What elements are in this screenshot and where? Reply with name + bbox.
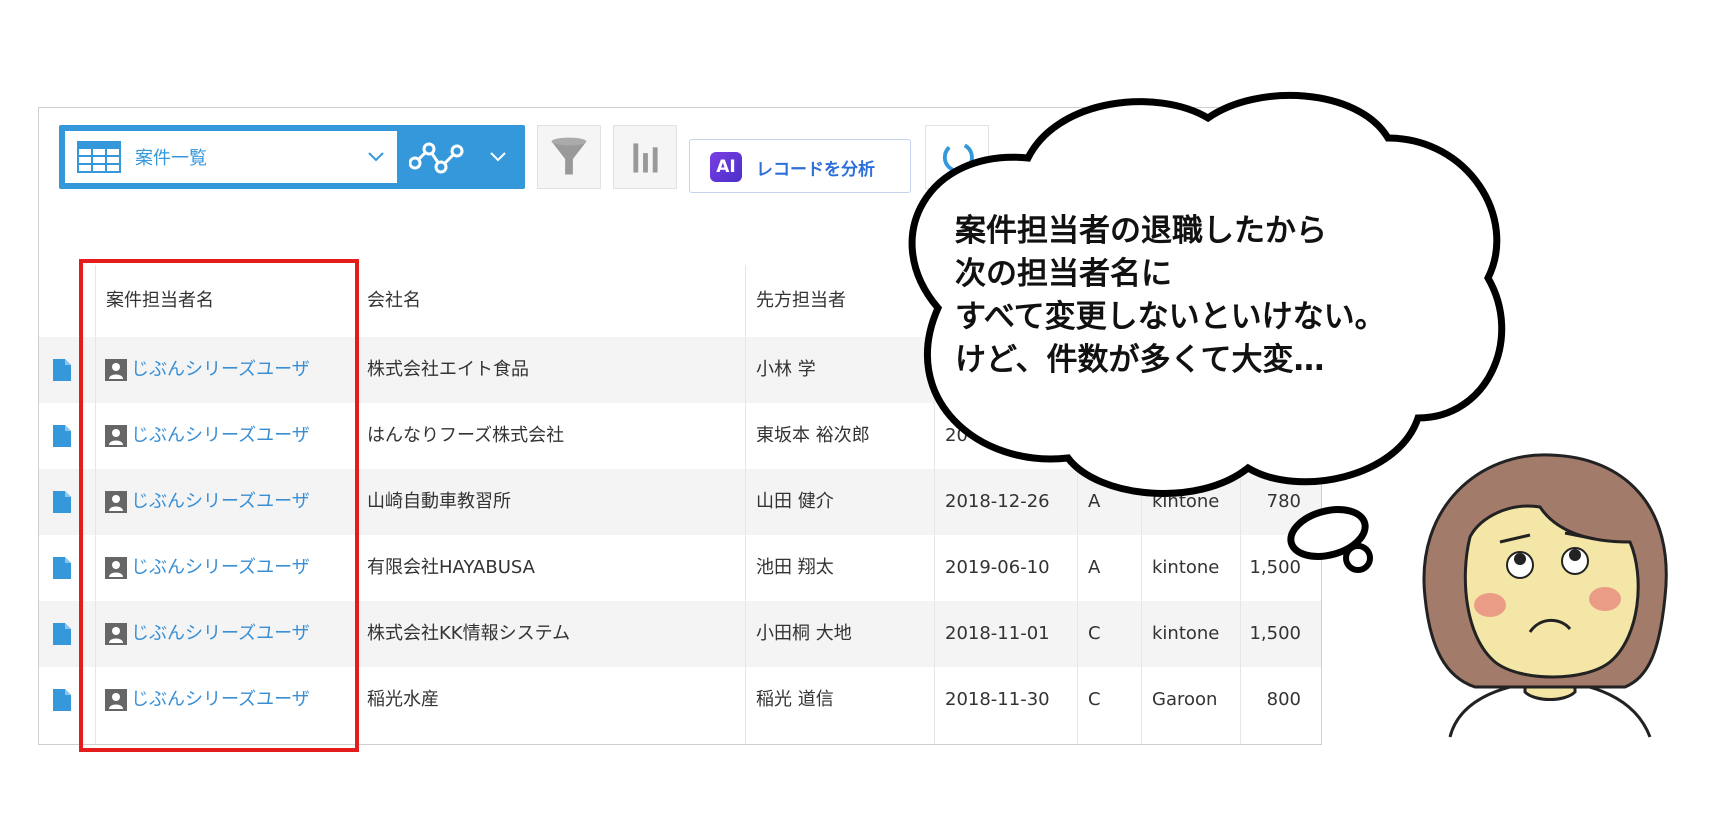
- column-header-company[interactable]: 会社名: [367, 265, 421, 337]
- cell-product: Garoon: [1152, 689, 1218, 710]
- cell-amount: 800: [1266, 689, 1301, 710]
- record-detail-icon[interactable]: [53, 425, 71, 447]
- chevron-down-icon[interactable]: [489, 151, 507, 163]
- bubble-line: 次の担当者名に: [955, 256, 1172, 292]
- cell-product: kintone: [1152, 623, 1220, 644]
- cell-company: 有限会社HAYABUSA: [367, 557, 535, 578]
- cell-contact: 稲光 道信: [756, 689, 834, 710]
- cell-company: はんなりフーズ株式会社: [367, 425, 565, 446]
- cell-company: 山崎自動車教習所: [367, 491, 511, 512]
- view-selector-bar: 案件一覧: [59, 125, 525, 189]
- thought-bubble-text: 案件担当者の退職したから 次の担当者名に すべて変更しないといけない。 けど、件…: [955, 210, 1475, 382]
- record-detail-icon[interactable]: [53, 491, 71, 513]
- graph-view-icon[interactable]: [409, 137, 465, 177]
- cell-rank: C: [1088, 623, 1101, 644]
- graph-button[interactable]: [613, 125, 677, 189]
- cell-contact: 小田桐 大地: [756, 623, 852, 644]
- cell-date: 2018-11-30: [945, 689, 1050, 710]
- cell-rank: C: [1088, 689, 1101, 710]
- bubble-line: すべて変更しないといけない。: [955, 299, 1386, 335]
- cell-contact: 池田 翔太: [756, 557, 834, 578]
- bubble-line: 案件担当者の退職したから: [955, 213, 1327, 249]
- funnel-icon: [551, 137, 587, 175]
- filter-button[interactable]: [537, 125, 601, 189]
- ai-icon: AI: [710, 152, 742, 182]
- chevron-down-icon: [368, 152, 384, 162]
- owner-column-highlight: [79, 259, 359, 752]
- cell-company: 株式会社エイト食品: [367, 359, 529, 380]
- cell-contact: 小林 学: [756, 359, 816, 380]
- record-detail-icon[interactable]: [53, 557, 71, 579]
- worried-woman-illustration: [1422, 453, 1668, 738]
- column-divider: [745, 265, 746, 744]
- record-detail-icon[interactable]: [53, 623, 71, 645]
- column-header-contact[interactable]: 先方担当者: [756, 265, 846, 337]
- cell-contact: 東坂本 裕次郎: [756, 425, 870, 446]
- view-dropdown[interactable]: 案件一覧: [65, 131, 397, 183]
- bubble-line: けど、件数が多くて大変…: [955, 342, 1325, 378]
- view-name: 案件一覧: [135, 148, 207, 169]
- cell-contact: 山田 健介: [756, 491, 834, 512]
- cell-company: 稲光水産: [367, 689, 439, 710]
- record-detail-icon[interactable]: [53, 689, 71, 711]
- cell-date: 2018-11-01: [945, 623, 1050, 644]
- bar-chart-icon: [633, 143, 658, 173]
- table-view-icon: [77, 141, 121, 173]
- cell-company: 株式会社KK情報システム: [367, 623, 571, 644]
- record-detail-icon[interactable]: [53, 359, 71, 381]
- cell-amount: 1,500: [1249, 623, 1301, 644]
